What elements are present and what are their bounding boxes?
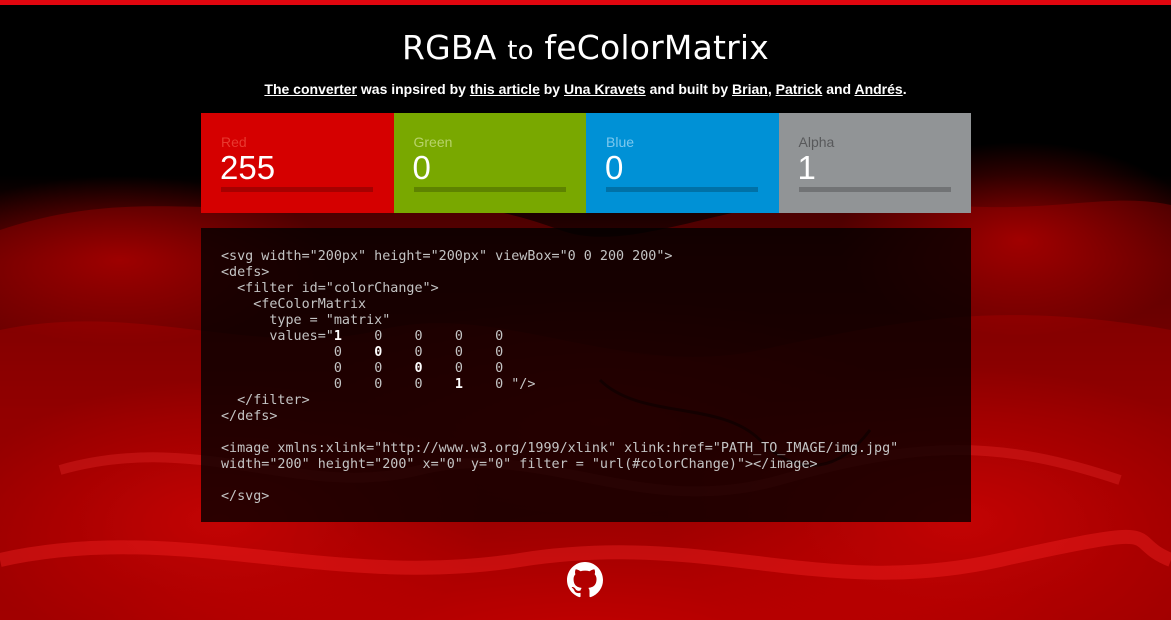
alpha-value[interactable]: 1 <box>798 149 816 187</box>
red-slider[interactable] <box>221 187 373 192</box>
matrix-cell: 0 <box>414 361 423 376</box>
svg-code-output[interactable]: <svg width="200px" height="200px" viewBo… <box>201 228 971 522</box>
green-slider[interactable] <box>413 187 566 192</box>
code-line: </svg> <box>221 489 270 504</box>
matrix-cell: 0 <box>495 361 504 376</box>
green-value[interactable]: 0 <box>413 149 431 187</box>
credits-text-2: by <box>539 81 564 97</box>
blue-slider-fill <box>606 187 758 192</box>
code-line: type = "matrix" <box>221 313 391 328</box>
blue-value[interactable]: 0 <box>605 149 623 187</box>
patrick-link[interactable]: Patrick <box>776 81 823 97</box>
alpha-label: Alpha <box>798 134 835 150</box>
code-line: <defs> <box>221 265 270 280</box>
andres-link[interactable]: Andrés <box>854 81 902 97</box>
green-label: Green <box>413 134 453 150</box>
matrix-cell: 0 <box>374 345 383 360</box>
matrix-cell: 0 <box>495 377 504 392</box>
matrix-cell: 0 <box>374 377 383 392</box>
blue-label: Blue <box>606 134 635 150</box>
green-slider-fill <box>414 187 566 192</box>
matrix-cell: 1 <box>333 329 342 344</box>
code-line: <image xmlns:xlink="http://www.w3.org/19… <box>221 441 899 456</box>
alpha-slider-fill <box>799 187 951 192</box>
matrix-cell: 0 <box>454 345 463 360</box>
alpha-panel: Alpha 1 <box>778 113 971 213</box>
code-line: values=" <box>221 329 334 344</box>
code-line: width="200" height="200" x="0" y="0" fil… <box>221 457 818 472</box>
code-line: </defs> <box>221 409 278 424</box>
title-fecolormatrix: feColorMatrix <box>544 28 769 67</box>
green-panel: Green 0 <box>393 113 586 213</box>
credits-text-4: and <box>822 81 855 97</box>
red-slider-fill <box>221 187 373 192</box>
matrix-cell: 0 <box>495 345 504 360</box>
matrix-cell: 0 <box>454 329 463 344</box>
article-link[interactable]: this article <box>470 81 540 97</box>
matrix-cell: 0 <box>414 377 423 392</box>
matrix-end: "/> <box>503 377 536 392</box>
converter-link[interactable]: The converter <box>264 81 357 97</box>
matrix-cell: 0 <box>454 361 463 376</box>
red-value[interactable]: 255 <box>220 149 275 187</box>
matrix-cell: 0 <box>414 329 423 344</box>
credits-text-3: and built by <box>645 81 733 97</box>
matrix-cell: 0 <box>414 345 423 360</box>
page-title: RGBA to feColorMatrix <box>0 28 1171 67</box>
matrix-cell: 0 <box>333 377 342 392</box>
code-line: <filter id="colorChange"> <box>221 281 439 296</box>
code-line: <feColorMatrix <box>221 297 367 312</box>
top-accent-bar <box>0 0 1171 5</box>
channel-panels: Red 255 Green 0 Blue 0 Alpha 1 <box>201 113 971 213</box>
code-line: </filter> <box>221 393 310 408</box>
matrix-cell: 0 <box>374 329 383 344</box>
title-rgba: RGBA <box>401 28 497 67</box>
matrix-cell: 0 <box>333 345 342 360</box>
title-to: to <box>507 36 534 66</box>
red-label: Red <box>221 134 247 150</box>
credits-text-1: was inpsired by <box>357 81 470 97</box>
red-panel: Red 255 <box>201 113 394 213</box>
author-link[interactable]: Una Kravets <box>564 81 646 97</box>
credits-line: The converter was inpsired by this artic… <box>0 81 1171 97</box>
credits-period: . <box>902 81 907 97</box>
alpha-slider[interactable] <box>798 187 951 192</box>
github-icon[interactable] <box>567 562 603 598</box>
matrix-cell: 1 <box>454 377 463 392</box>
credits-comma: , <box>767 81 772 97</box>
matrix-cell: 0 <box>333 361 342 376</box>
blue-slider[interactable] <box>606 187 758 192</box>
matrix-cell: 0 <box>374 361 383 376</box>
matrix-cell: 0 <box>495 329 504 344</box>
blue-panel: Blue 0 <box>586 113 779 213</box>
brian-link[interactable]: Brian <box>732 81 768 97</box>
code-line: <svg width="200px" height="200px" viewBo… <box>221 249 673 264</box>
